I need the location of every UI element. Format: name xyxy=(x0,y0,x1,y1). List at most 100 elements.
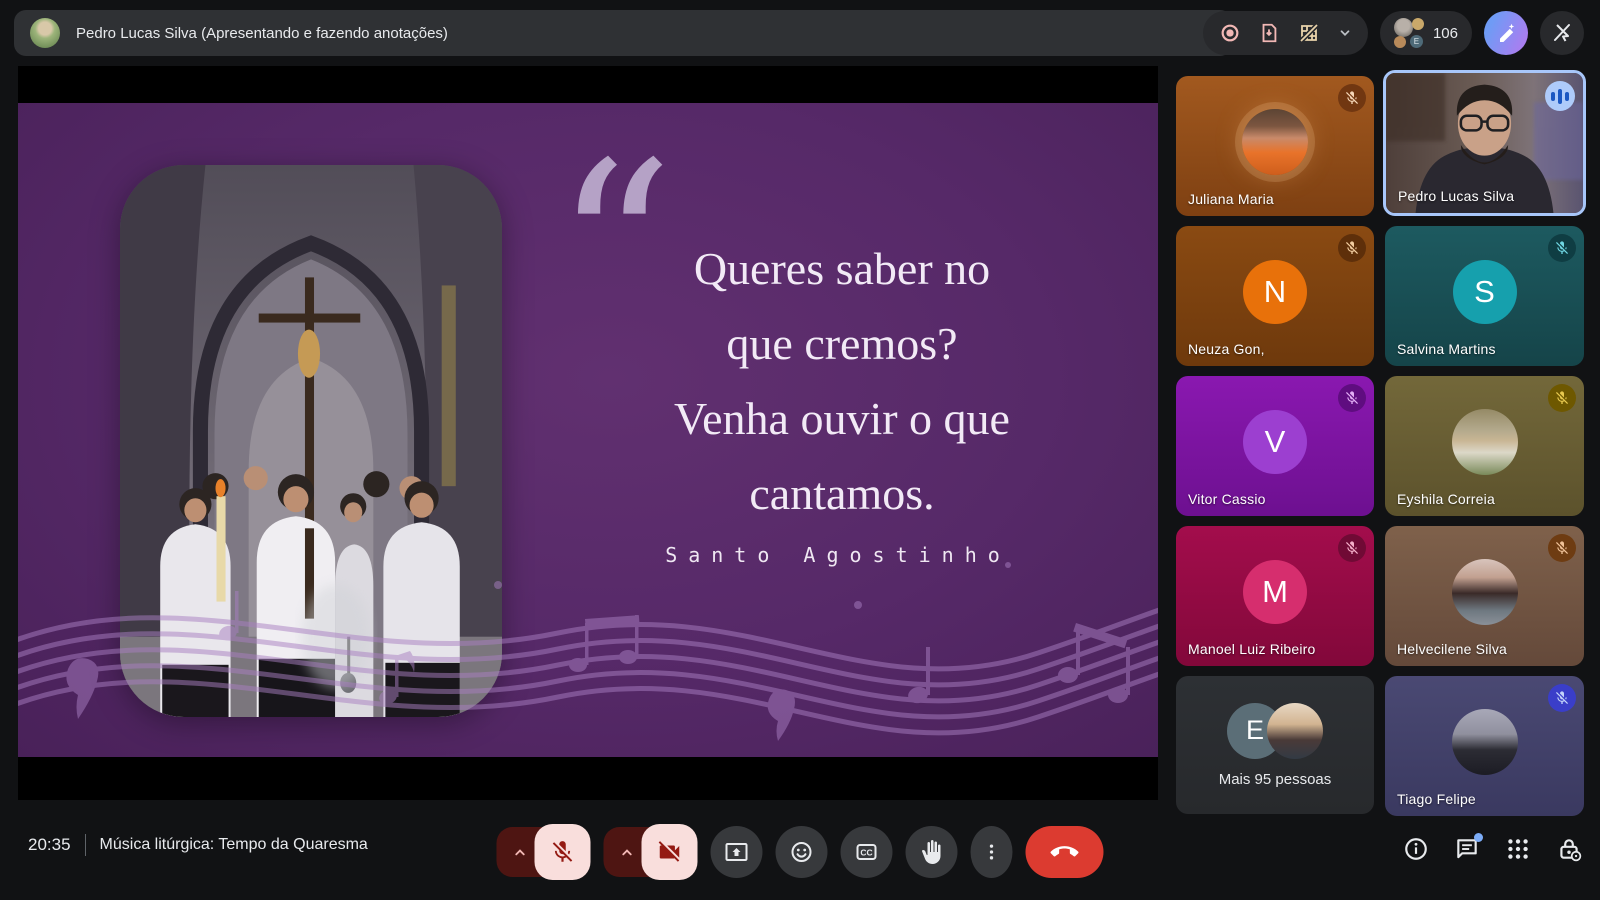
captions-button[interactable]: CC xyxy=(841,826,893,878)
slide-quote: Queres saber no que cremos? Venha ouvir … xyxy=(632,231,1052,531)
mic-off-icon xyxy=(1338,534,1366,562)
avatar xyxy=(1452,409,1518,475)
participant-count: 106 xyxy=(1433,25,1458,42)
emoji-icon xyxy=(790,840,814,864)
mic-off-icon xyxy=(1338,234,1366,262)
quote-line: Queres saber no xyxy=(632,231,1052,306)
speaking-indicator-icon xyxy=(1545,81,1575,111)
music-staff-decoration xyxy=(18,525,1158,757)
avatar xyxy=(1452,559,1518,625)
panel-buttons xyxy=(1403,836,1582,862)
lock-icon xyxy=(1556,836,1582,862)
participant-name: Vitor Cassio xyxy=(1188,491,1266,507)
participant-tile[interactable]: Juliana Maria xyxy=(1176,76,1374,216)
participant-name: Neuza Gon, xyxy=(1188,341,1265,357)
chevron-up-icon xyxy=(512,845,527,860)
meeting-info: 20:35 Música litúrgica: Tempo da Quaresm… xyxy=(28,834,368,856)
mic-control-group xyxy=(497,824,591,880)
overflow-avatars: E xyxy=(1227,703,1323,759)
mic-toggle-button[interactable] xyxy=(535,824,591,880)
divider xyxy=(85,834,86,856)
mic-off-icon xyxy=(550,839,576,865)
meeting-title: Música litúrgica: Tempo da Quaresma xyxy=(100,836,368,854)
activities-button[interactable] xyxy=(1505,836,1531,862)
mic-off-icon xyxy=(1548,234,1576,262)
chat-notification-dot xyxy=(1474,833,1483,842)
pointer-off-button[interactable] xyxy=(1540,11,1584,55)
info-button[interactable] xyxy=(1403,836,1429,862)
participant-tile[interactable]: Tiago Felipe xyxy=(1385,676,1584,816)
participant-name: Pedro Lucas Silva xyxy=(1398,188,1514,204)
camera-toggle-button[interactable] xyxy=(642,824,698,880)
present-button[interactable] xyxy=(711,826,763,878)
participant-tile[interactable]: Helvecilene Silva xyxy=(1385,526,1584,666)
participant-name: Juliana Maria xyxy=(1188,191,1274,207)
participant-name: Manoel Luiz Ribeiro xyxy=(1188,641,1316,657)
clock: 20:35 xyxy=(28,835,71,855)
avatar xyxy=(1267,703,1323,759)
participant-tile[interactable]: M Manoel Luiz Ribeiro xyxy=(1176,526,1374,666)
call-controls: CC xyxy=(497,824,1104,880)
participant-name: Salvina Martins xyxy=(1397,341,1496,357)
reactions-button[interactable] xyxy=(776,826,828,878)
mic-off-icon xyxy=(1338,384,1366,412)
host-controls-button[interactable] xyxy=(1556,836,1582,862)
svg-text:CC: CC xyxy=(860,848,872,858)
videocam-off-icon xyxy=(657,839,683,865)
pointer-off-icon xyxy=(1550,21,1574,45)
participant-tile[interactable]: V Vitor Cassio xyxy=(1176,376,1374,516)
grid-off-icon xyxy=(1297,21,1321,45)
participant-tile[interactable]: N Neuza Gon, xyxy=(1176,226,1374,366)
participant-name: Helvecilene Silva xyxy=(1397,641,1507,657)
avatar: M xyxy=(1243,560,1307,624)
avatar: V xyxy=(1243,410,1307,474)
quote-line: cantamos. xyxy=(632,456,1052,531)
top-bar: Pedro Lucas Silva (Apresentando e fazend… xyxy=(0,0,1600,64)
mic-off-icon xyxy=(1548,534,1576,562)
avatar xyxy=(1452,709,1518,775)
mic-off-icon xyxy=(1338,84,1366,112)
top-right-controls: E 106 xyxy=(1203,10,1584,56)
bottom-bar: 20:35 Música litúrgica: Tempo da Quaresm… xyxy=(0,810,1600,900)
presenter-label: Pedro Lucas Silva (Apresentando e fazend… xyxy=(76,25,448,42)
participant-name: Tiago Felipe xyxy=(1397,791,1476,807)
call-end-icon xyxy=(1051,838,1079,866)
record-icon xyxy=(1219,22,1241,44)
annotation-pen-button[interactable] xyxy=(1484,11,1528,55)
participant-tile-speaking[interactable]: Pedro Lucas Silva xyxy=(1383,70,1586,216)
participant-tile[interactable]: S Salvina Martins xyxy=(1385,226,1584,366)
participant-avatars: E xyxy=(1394,18,1424,48)
raise-hand-button[interactable] xyxy=(906,826,958,878)
participant-count-pill[interactable]: E 106 xyxy=(1380,11,1472,55)
transcript-icon xyxy=(1258,22,1280,44)
more-options-button[interactable] xyxy=(971,826,1013,878)
info-icon xyxy=(1403,836,1429,862)
chat-button[interactable] xyxy=(1454,836,1480,862)
mic-off-icon xyxy=(1548,684,1576,712)
more-vert-icon xyxy=(982,842,1002,862)
hand-icon xyxy=(920,840,944,864)
avatar xyxy=(1242,109,1308,175)
annotation-pen-icon xyxy=(1494,21,1518,45)
chevron-down-icon[interactable] xyxy=(1338,26,1352,40)
cc-icon: CC xyxy=(855,840,879,864)
avatar: S xyxy=(1453,260,1517,324)
avatar: N xyxy=(1243,260,1307,324)
google-meet-window: Pedro Lucas Silva (Apresentando e fazend… xyxy=(0,0,1600,900)
apps-grid-icon xyxy=(1505,836,1531,862)
presenter-banner[interactable]: Pedro Lucas Silva (Apresentando e fazend… xyxy=(14,10,1232,56)
meeting-status-pill[interactable] xyxy=(1203,11,1368,55)
participant-name: Eyshila Correia xyxy=(1397,491,1495,507)
chevron-up-icon xyxy=(619,845,634,860)
leave-call-button[interactable] xyxy=(1026,826,1104,878)
more-participants-tile[interactable]: E Mais 95 pessoas xyxy=(1176,676,1374,814)
present-icon xyxy=(725,840,749,864)
quote-line: que cremos? xyxy=(632,306,1052,381)
camera-control-group xyxy=(604,824,698,880)
presenter-avatar xyxy=(30,18,60,48)
quote-line: Venha ouvir o que xyxy=(632,381,1052,456)
presentation-slide: “ Queres saber no que cremos? Venha ouvi… xyxy=(18,103,1158,757)
participant-tile[interactable]: Eyshila Correia xyxy=(1385,376,1584,516)
mic-off-icon xyxy=(1548,384,1576,412)
presentation-stage: “ Queres saber no que cremos? Venha ouvi… xyxy=(18,66,1158,800)
